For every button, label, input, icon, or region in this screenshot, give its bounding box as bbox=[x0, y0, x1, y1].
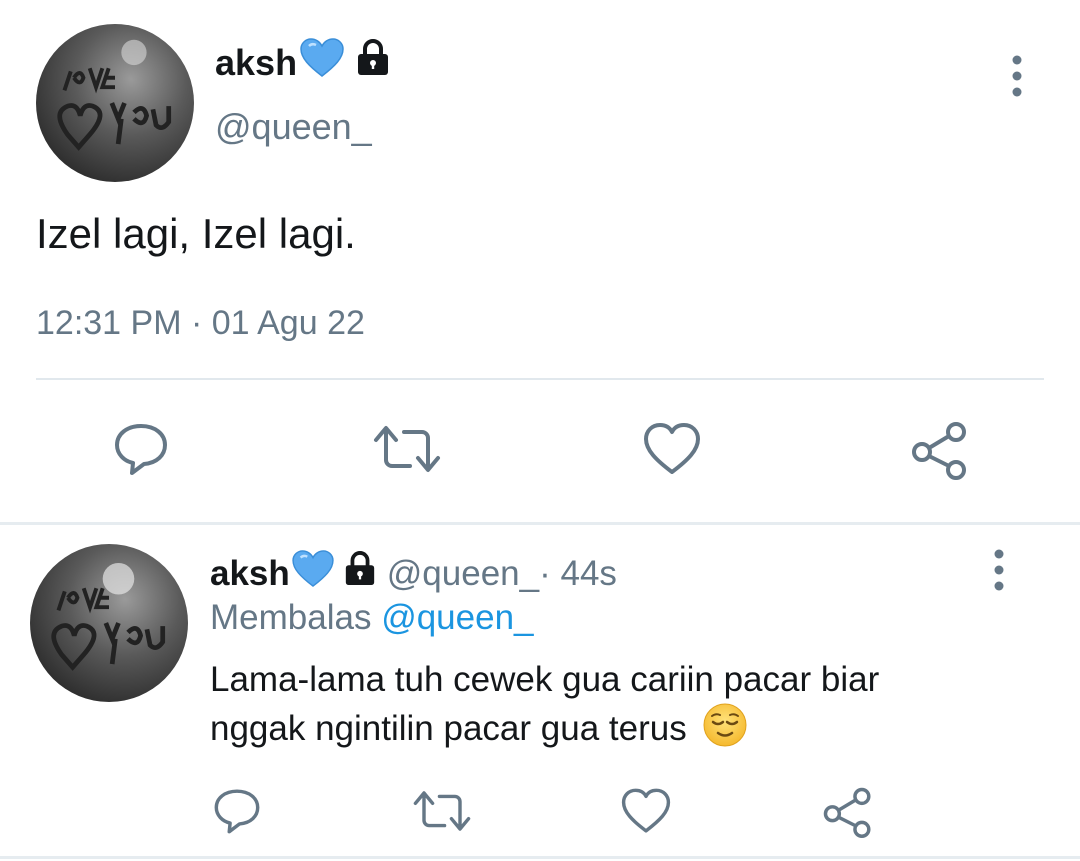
reply-icon[interactable] bbox=[212, 786, 262, 836]
share-icon[interactable] bbox=[822, 786, 874, 838]
retweet-icon[interactable] bbox=[412, 786, 472, 836]
handle: @queen_ bbox=[386, 553, 540, 593]
more-vertical-icon[interactable] bbox=[985, 548, 1013, 592]
tweet-age[interactable]: · 44s bbox=[539, 554, 617, 594]
avatar[interactable] bbox=[30, 544, 188, 702]
retweet-icon[interactable] bbox=[372, 420, 442, 478]
replying-label: Membalas bbox=[210, 598, 372, 637]
tweet-text: Izel lagi, Izel lagi. bbox=[36, 210, 356, 257]
relieved-face-icon bbox=[702, 702, 748, 759]
reply-text: Lama-lama tuh cewek gua cariin pacar bia… bbox=[210, 658, 970, 759]
lock-icon bbox=[355, 39, 391, 86]
reply-icon[interactable] bbox=[112, 420, 170, 478]
reply-text-line-2: nggak ngintilin pacar gua terus bbox=[210, 702, 970, 759]
author-name-row: aksh bbox=[215, 38, 391, 87]
reply-text-line: Lama-lama tuh cewek gua cariin pacar bia… bbox=[210, 660, 880, 699]
tweet-timestamp[interactable]: 12:31 PM · 01 Agu 22 bbox=[36, 304, 365, 343]
blue-heart-icon bbox=[299, 38, 345, 87]
lock-icon bbox=[343, 551, 377, 596]
tweet-separator bbox=[0, 522, 1080, 525]
handle: @queen_ bbox=[215, 106, 372, 147]
divider bbox=[36, 378, 1044, 380]
reply-header: aksh @queen_ · 44s bbox=[210, 550, 617, 597]
replying-to: Membalas @queen_ bbox=[210, 598, 534, 638]
replying-to-link[interactable]: @queen_ bbox=[381, 598, 533, 637]
blue-heart-icon bbox=[291, 550, 335, 597]
like-icon[interactable] bbox=[620, 786, 672, 836]
like-icon[interactable] bbox=[642, 420, 702, 478]
more-vertical-icon[interactable] bbox=[1003, 54, 1031, 98]
share-icon[interactable] bbox=[910, 420, 970, 480]
display-name[interactable]: aksh bbox=[210, 554, 290, 594]
tweet-separator bbox=[0, 856, 1080, 859]
display-name[interactable]: aksh bbox=[215, 42, 297, 84]
avatar[interactable] bbox=[36, 24, 194, 182]
reply-text-line: nggak ngintilin pacar gua terus bbox=[210, 708, 687, 748]
